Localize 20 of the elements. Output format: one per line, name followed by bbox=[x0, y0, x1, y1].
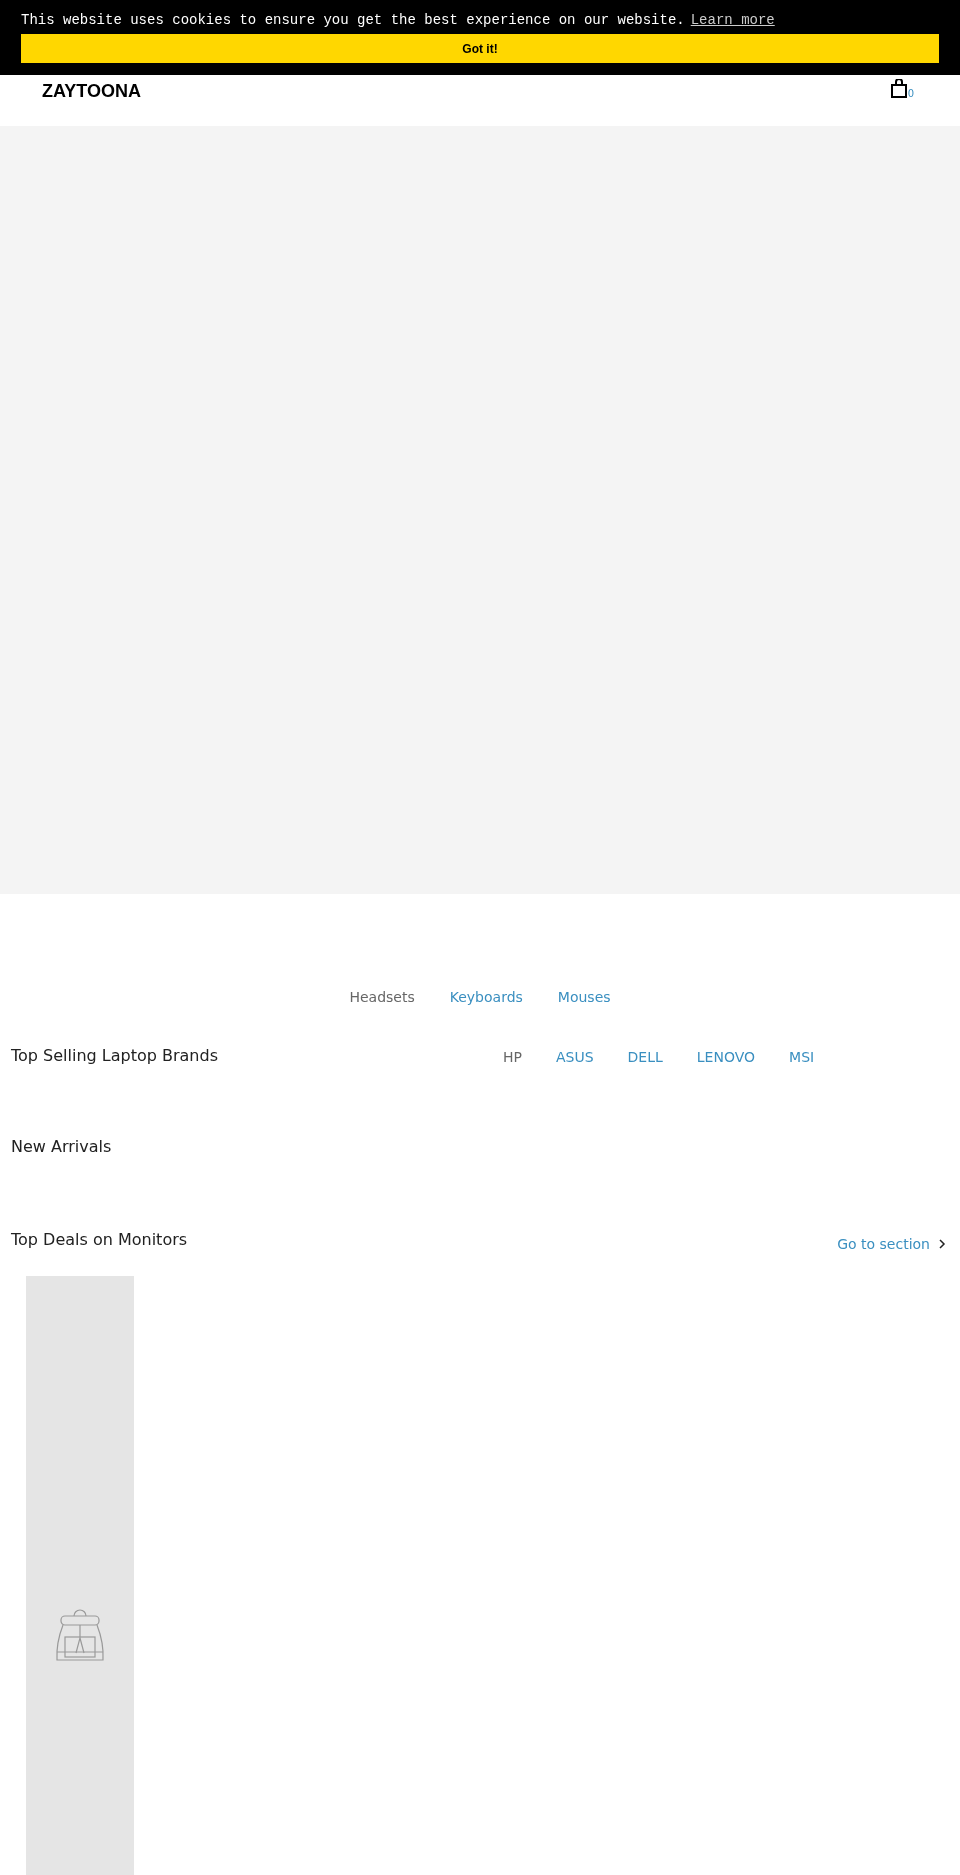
brand-tab[interactable]: LENOVO bbox=[696, 1049, 756, 1065]
cookie-message: This website uses cookies to ensure you get the best experience on our website. bbox=[21, 12, 685, 28]
category-tab[interactable]: Mouses bbox=[557, 989, 611, 1005]
chevron-icon bbox=[938, 1239, 946, 1249]
section-title: Top Selling Laptop Brands bbox=[11, 1045, 218, 1065]
go-to-section-link[interactable]: Go to section bbox=[837, 1236, 946, 1252]
category-tab[interactable]: Keyboards bbox=[449, 989, 523, 1005]
backpack-icon bbox=[54, 1608, 106, 1664]
learn-more-link[interactable]: Learn more bbox=[690, 12, 775, 28]
brand-tab[interactable]: DELL bbox=[627, 1049, 663, 1065]
shopping-bag-icon[interactable] bbox=[889, 79, 908, 99]
category-tab[interactable]: Headsets bbox=[349, 989, 415, 1005]
cart-count: 0 bbox=[907, 88, 914, 99]
section-title: New Arrivals bbox=[11, 1137, 113, 1156]
brand-tab[interactable]: ASUS bbox=[555, 1049, 594, 1065]
brand-tab[interactable]: MSI bbox=[789, 1049, 815, 1065]
section-title: Top Deals on Monitors bbox=[11, 1230, 188, 1249]
logo[interactable]: ZAYTOONA bbox=[42, 80, 142, 102]
accept-button[interactable]: Got it! bbox=[21, 34, 939, 63]
brand-tab[interactable]: HP bbox=[503, 1049, 522, 1065]
